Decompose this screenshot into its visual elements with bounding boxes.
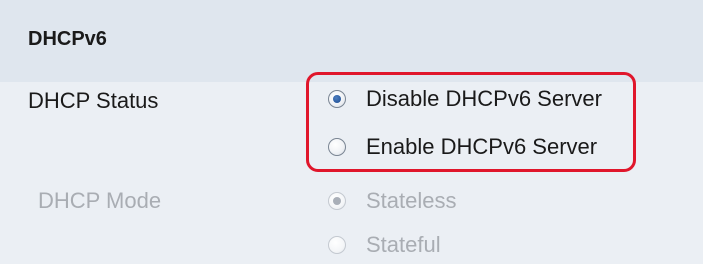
stateful-radio bbox=[328, 236, 346, 254]
stateless-label: Stateless bbox=[366, 188, 457, 213]
section-title: DHCPv6 bbox=[28, 28, 107, 50]
radio-selected-dot bbox=[333, 197, 341, 205]
dhcp-mode-label: DHCP Mode bbox=[38, 188, 162, 213]
dhcp-status-label: DHCP Status bbox=[28, 88, 159, 113]
stateless-option: Stateless bbox=[328, 186, 457, 216]
section-header: DHCPv6 bbox=[0, 0, 703, 82]
stateless-radio bbox=[328, 192, 346, 210]
stateful-option: Stateful bbox=[328, 230, 441, 260]
highlight-annotation bbox=[306, 72, 636, 172]
stateful-label: Stateful bbox=[366, 232, 441, 257]
